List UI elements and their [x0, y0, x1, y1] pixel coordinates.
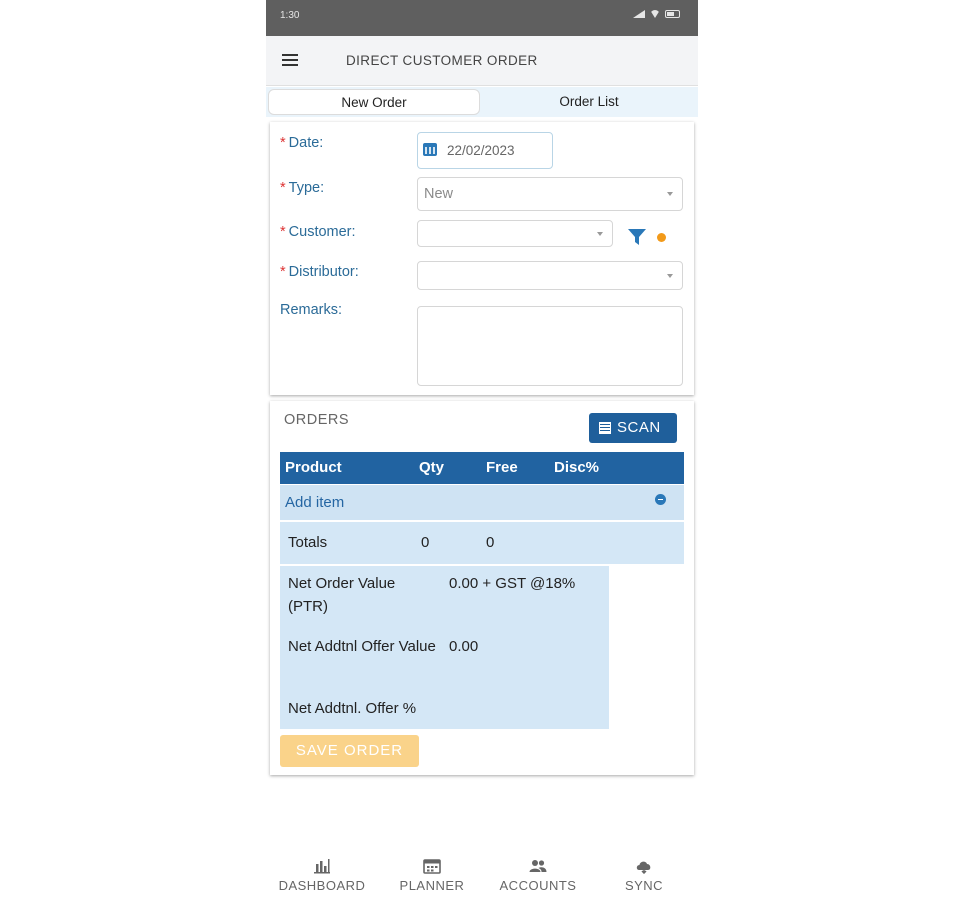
customer-label: * Customer: — [280, 224, 356, 240]
net-addtnl-offer-value-label: Net Addtnl Offer Value — [288, 638, 436, 655]
totals-qty: 0 — [421, 534, 430, 551]
orders-table-header: Product Qty Free Disc% — [280, 452, 684, 484]
calendar-icon — [423, 858, 441, 874]
add-circle-icon[interactable] — [655, 494, 666, 505]
orders-title: ORDERS — [284, 412, 350, 428]
add-item-row[interactable]: Add item — [280, 485, 684, 520]
bar-chart-icon — [313, 858, 331, 874]
save-order-button[interactable]: SAVE ORDER — [280, 735, 419, 767]
date-field[interactable]: 22/02/2023 — [417, 132, 553, 169]
cloud-sync-icon — [635, 858, 653, 874]
totals-row: Totals 0 0 — [280, 522, 684, 564]
order-form: * Date: 22/02/2023 * Type: New * Customer: … — [270, 122, 694, 395]
bottom-navigation: DASHBOARD PLANNER ACCOUNTS SYNC — [266, 850, 698, 900]
column-header-product: Product — [285, 459, 342, 476]
order-summary: Net Order Value (PTR) 0.00 + GST @18% Ne… — [280, 566, 609, 729]
column-header-disc: Disc% — [554, 459, 600, 476]
type-select[interactable]: New — [417, 177, 683, 211]
date-value: 22/02/2023 — [447, 143, 515, 158]
scan-label: SCAN — [617, 419, 661, 436]
totals-label: Totals — [288, 534, 328, 551]
remarks-textarea[interactable] — [417, 306, 683, 386]
signal-icon — [633, 10, 645, 18]
hamburger-menu-icon[interactable] — [282, 54, 298, 67]
column-header-free: Free — [486, 459, 518, 476]
scan-button[interactable]: SCAN — [589, 413, 677, 443]
tab-new-order[interactable]: New Order — [268, 89, 480, 115]
orders-section: ORDERS SCAN Product Qty Free Disc% Add i… — [270, 401, 694, 775]
distributor-select[interactable] — [417, 261, 683, 290]
type-label: * Type: — [280, 180, 325, 196]
nav-planner[interactable]: PLANNER — [382, 858, 482, 893]
calendar-icon — [423, 143, 437, 156]
column-header-qty: Qty — [419, 459, 445, 476]
nav-accounts[interactable]: ACCOUNTS — [488, 858, 588, 893]
tab-bar: New Order Order List — [266, 87, 698, 117]
qr-code-icon — [599, 422, 611, 434]
status-icons — [633, 10, 680, 18]
nav-accounts-label: ACCOUNTS — [499, 878, 577, 893]
app-header: DIRECT CUSTOMER ORDER — [266, 36, 698, 86]
distributor-label: * Distributor: — [280, 264, 359, 280]
app-screen: 1:30 DIRECT CUSTOMER ORDER New Order Ord… — [266, 0, 698, 900]
nav-sync[interactable]: SYNC — [594, 858, 694, 893]
filter-icon[interactable] — [627, 228, 647, 246]
nav-sync-label: SYNC — [624, 878, 664, 893]
type-value: New — [424, 186, 454, 202]
tab-order-list[interactable]: Order List — [482, 89, 696, 115]
chevron-down-icon — [597, 231, 603, 236]
totals-free: 0 — [486, 534, 495, 551]
page-title: DIRECT CUSTOMER ORDER — [346, 53, 538, 68]
users-icon — [529, 858, 547, 874]
net-addtnl-offer-value: 0.00 — [449, 638, 479, 655]
battery-icon — [665, 10, 680, 18]
chevron-down-icon — [667, 273, 673, 278]
nav-dashboard[interactable]: DASHBOARD — [272, 858, 372, 893]
wifi-icon — [650, 10, 660, 18]
add-item-label[interactable]: Add item — [285, 494, 344, 511]
status-time: 1:30 — [280, 10, 300, 21]
remarks-label: Remarks: — [280, 302, 343, 318]
net-order-value-label: Net Order Value (PTR) — [288, 575, 396, 615]
net-order-value: 0.00 + GST @18% — [449, 575, 576, 592]
filter-status-dot — [657, 233, 666, 242]
net-addtnl-offer-pct-label: Net Addtnl. Offer % — [288, 700, 417, 717]
date-label: * Date: — [280, 135, 324, 151]
status-bar: 1:30 — [266, 0, 698, 36]
chevron-down-icon — [667, 192, 673, 196]
customer-select[interactable] — [417, 220, 613, 247]
nav-planner-label: PLANNER — [399, 878, 465, 893]
nav-dashboard-label: DASHBOARD — [278, 878, 366, 893]
